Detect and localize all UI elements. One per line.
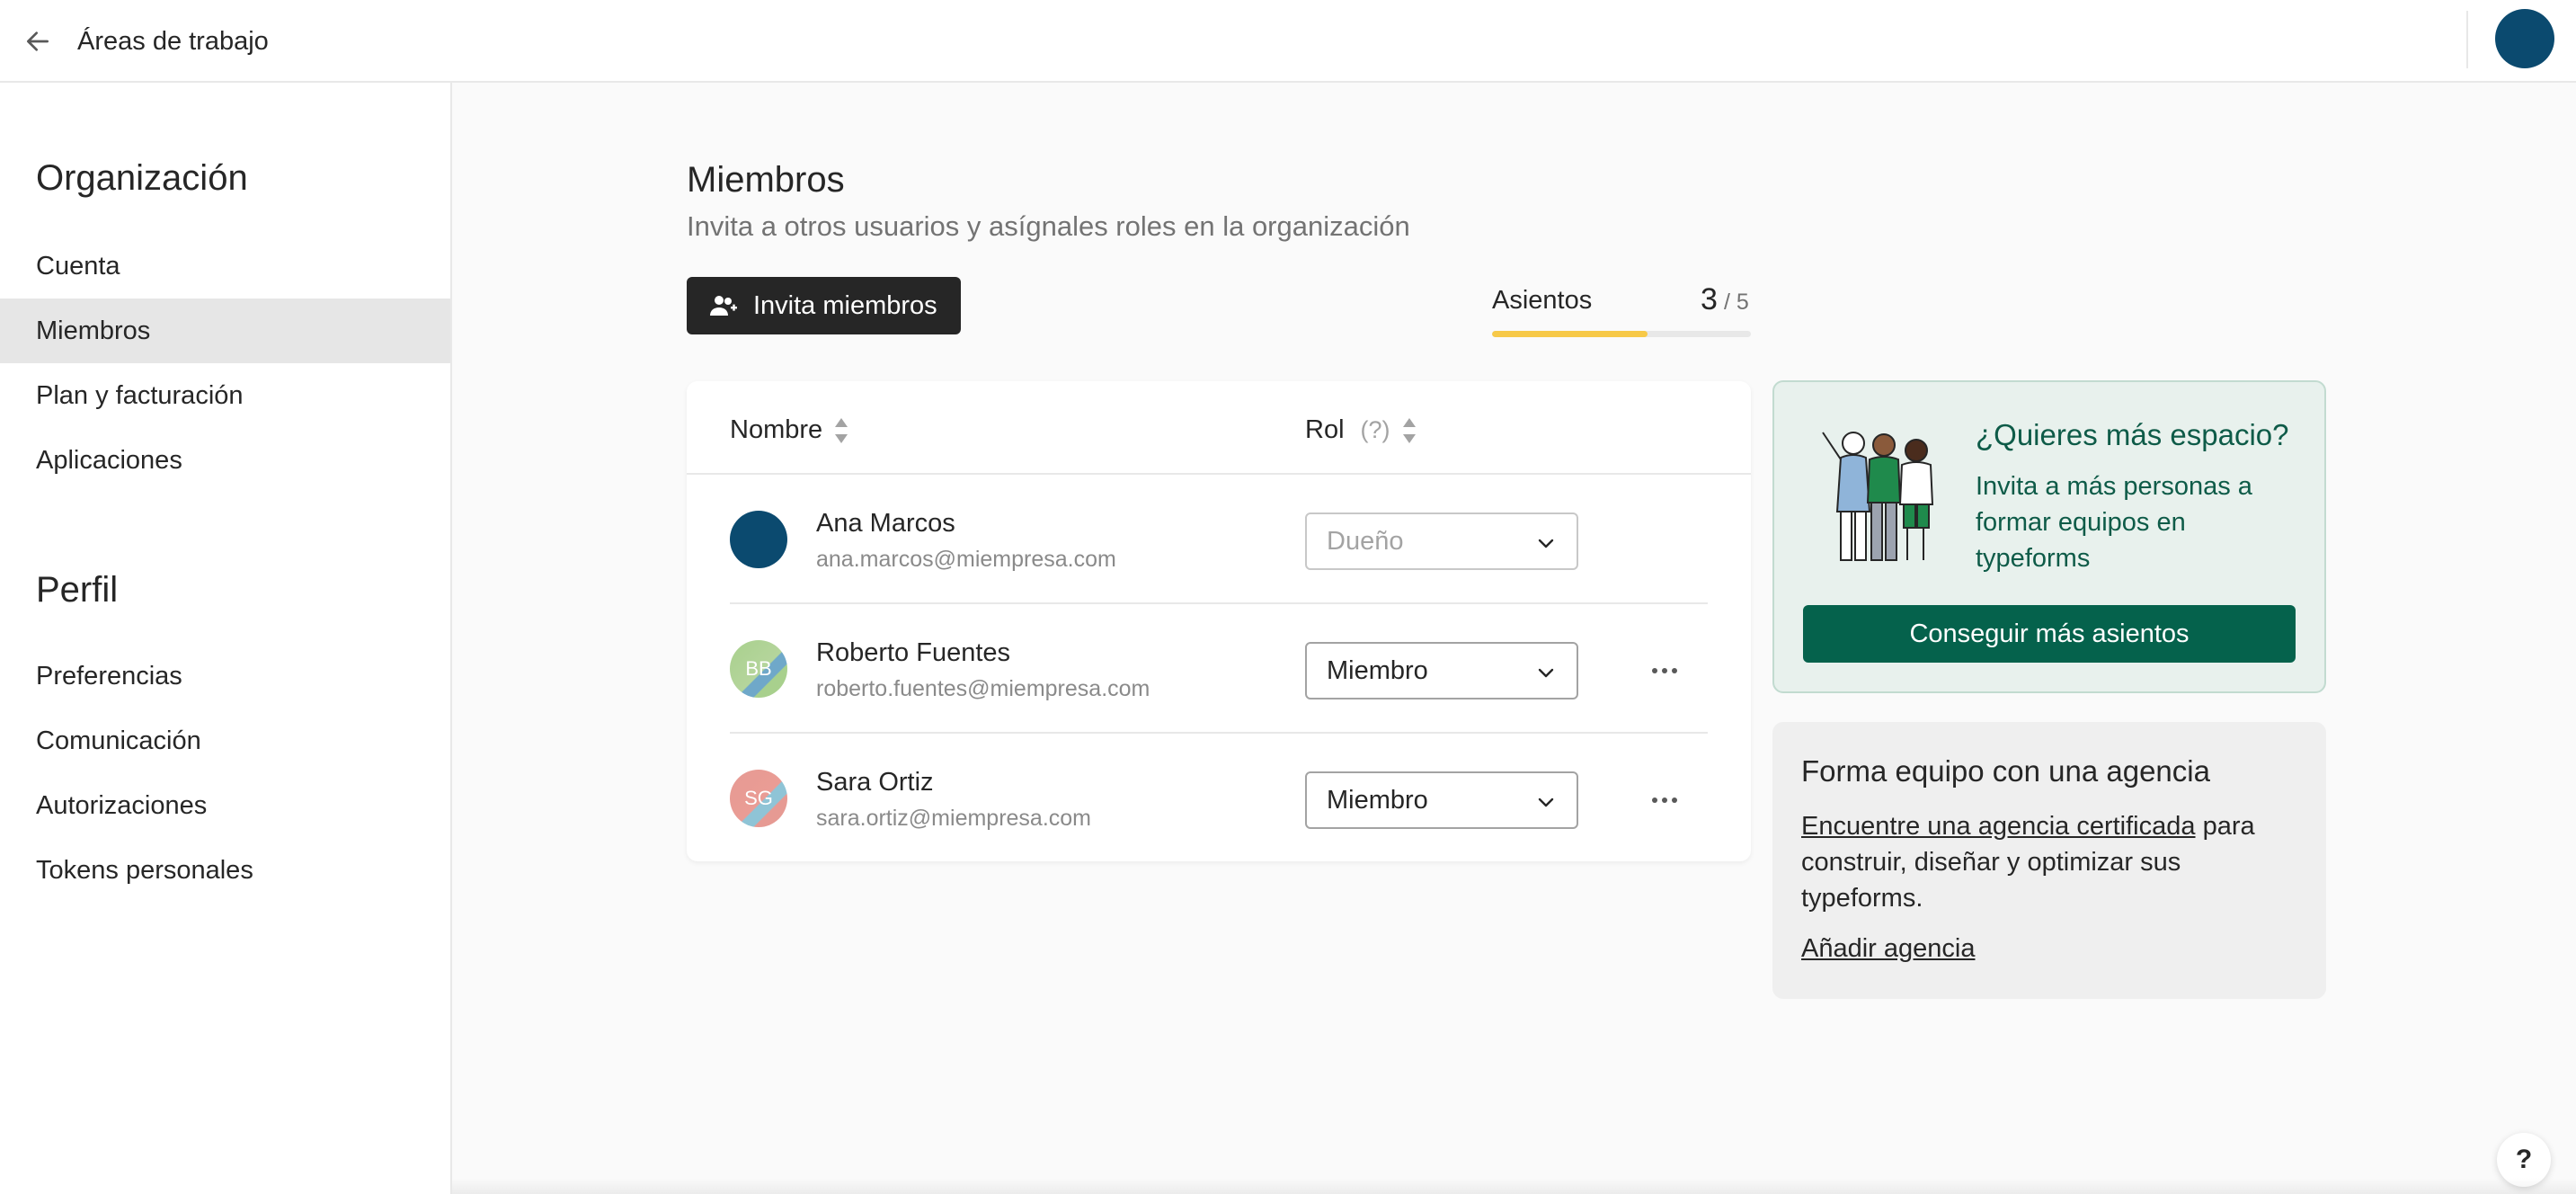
role-select[interactable]: Miembro [1305,642,1578,699]
table-row: SG Sara Ortiz sara.ortiz@miempresa.com M… [730,734,1708,863]
header-divider [2466,11,2468,68]
sidebar-item-preferencias[interactable]: Preferencias [0,644,450,708]
sidebar-section-profile: Perfil [36,570,119,610]
seats-label: Asientos [1492,286,1593,315]
more-horizontal-icon [1652,668,1677,673]
people-illustration-icon [1822,432,1934,561]
table-row: Ana Marcos ana.marcos@miempresa.com Dueñ… [730,475,1708,604]
table-row: BB Roberto Fuentes roberto.fuentes@miemp… [730,604,1708,734]
member-name: Sara Ortiz [816,768,934,797]
sidebar: Organización Cuenta Miembros Plan y fact… [0,83,452,1194]
invite-members-button[interactable]: Invita miembros [687,277,961,334]
more-options-button[interactable] [1643,779,1686,822]
seats-used: 3 [1701,282,1718,316]
member-email: sara.ortiz@miempresa.com [816,806,1092,831]
page-title: Miembros [687,160,845,200]
sidebar-item-autorizaciones[interactable]: Autorizaciones [0,773,450,838]
page-breadcrumb-title: Áreas de trabajo [77,27,269,56]
chevron-down-icon [1538,539,1554,548]
sort-icon [835,417,848,443]
page-subtitle: Invita a otros usuarios y asígnales role… [687,210,1410,242]
member-avatar: SG [730,770,787,827]
member-avatar [730,511,787,568]
promo-title: ¿Quieres más espacio? [1976,418,2289,451]
sidebar-section-organization: Organización [36,158,248,198]
role-help-icon[interactable]: (?) [1361,416,1390,444]
sidebar-item-plan[interactable]: Plan y facturación [0,363,450,428]
role-select-value: Dueño [1327,526,1404,556]
find-agency-link[interactable]: Encuentre una agencia certificada [1801,812,2196,841]
column-header-role-label: Rol [1305,415,1345,444]
role-select[interactable]: Miembro [1305,771,1578,829]
column-header-role[interactable]: Rol (?) [1305,415,1417,445]
sort-icon [1402,417,1416,443]
seats-progress-bar [1492,331,1751,337]
sidebar-item-miembros[interactable]: Miembros [0,298,450,363]
add-user-icon [710,296,737,316]
sidebar-item-aplicaciones[interactable]: Aplicaciones [0,428,450,493]
seats-progress-fill [1492,331,1648,337]
top-bar: Áreas de trabajo [0,0,2576,83]
more-seats-promo: ¿Quieres más espacio? Invita a más perso… [1772,380,2326,693]
promo-text: Invita a más personas a formar equipos e… [1976,472,2252,573]
back-button[interactable] [18,22,58,61]
agency-card: Forma equipo con una agencia Encuentre u… [1772,722,2326,999]
sidebar-item-comunicacion[interactable]: Comunicación [0,708,450,773]
members-table: Nombre Rol (?) Ana Marcos ana.marcos@mie… [687,381,1751,861]
role-select-value: Miembro [1327,655,1428,685]
more-options-button[interactable] [1643,649,1686,692]
more-horizontal-icon [1652,797,1677,803]
sidebar-item-tokens[interactable]: Tokens personales [0,838,450,903]
seats-total: / 5 [1724,290,1749,315]
column-header-name[interactable]: Nombre [730,415,849,445]
member-email: ana.marcos@miempresa.com [816,547,1116,572]
get-more-seats-button[interactable]: Conseguir más asientos [1803,605,2296,663]
agency-title: Forma equipo con una agencia [1801,754,2210,788]
bottom-shadow [452,1178,2576,1194]
member-avatar: BB [730,640,787,698]
role-select: Dueño [1305,512,1578,570]
add-agency-link[interactable]: Añadir agencia [1801,934,1975,964]
member-name: Ana Marcos [816,509,955,538]
arrow-left-icon [27,31,49,51]
member-email: roberto.fuentes@miempresa.com [816,676,1150,701]
column-header-name-label: Nombre [730,415,823,444]
chevron-down-icon [1538,668,1554,678]
sidebar-item-cuenta[interactable]: Cuenta [0,234,450,298]
chevron-down-icon [1538,797,1554,807]
invite-members-label: Invita miembros [753,290,937,320]
user-avatar[interactable] [2495,9,2554,68]
role-select-value: Miembro [1327,785,1428,815]
member-name: Roberto Fuentes [816,638,1011,667]
agency-text: Encuentre una agencia certificada para c… [1801,808,2305,916]
